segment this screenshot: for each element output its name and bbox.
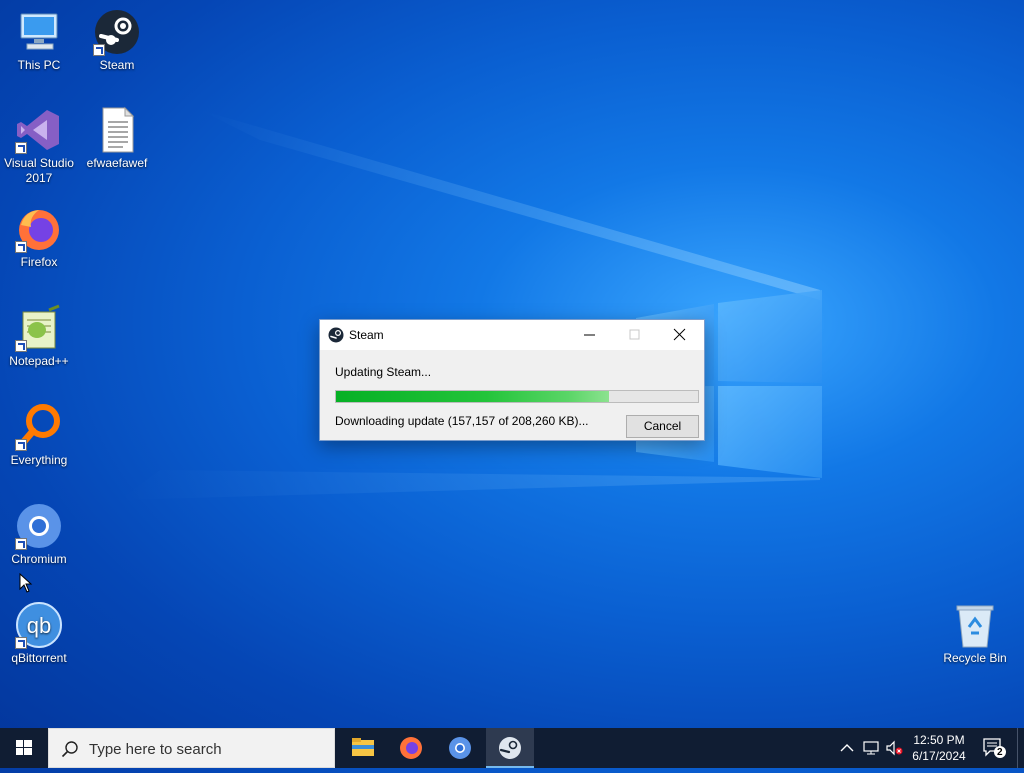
notepad-plus-plus-icon (15, 304, 63, 352)
desktop-icon-label: qBittorrent (11, 651, 67, 665)
action-center-button[interactable]: 2 (978, 736, 1010, 760)
desktop-icon-notepad-plus-plus[interactable]: Notepad++ (1, 304, 77, 369)
svg-text:qb: qb (27, 613, 51, 638)
taskbar-app-chromium[interactable] (436, 728, 484, 768)
minimize-icon (584, 334, 595, 336)
close-icon (673, 328, 686, 341)
text-file-icon (93, 106, 141, 154)
desktop-icon-label: Recycle Bin (943, 651, 1007, 665)
everything-search-icon (15, 403, 63, 451)
steam-update-dialog: Steam Updating Steam... Downloading upda… (319, 319, 705, 441)
search-icon (61, 741, 78, 758)
dialog-title: Steam (349, 328, 384, 342)
update-status-text: Updating Steam... (335, 365, 432, 379)
clock-time: 12:50 PM (913, 733, 965, 747)
desktop-icon-label: efwaefawef (86, 156, 148, 170)
desktop-icon-efwaefawef[interactable]: efwaefawef (79, 106, 155, 171)
shortcut-arrow-icon (15, 637, 27, 649)
start-button[interactable] (0, 728, 48, 768)
desktop-icon-label: Firefox (20, 255, 58, 269)
steam-icon (499, 737, 521, 759)
taskbar-app-steam[interactable] (486, 728, 534, 768)
chevron-up-icon[interactable] (837, 738, 857, 758)
notification-icon (983, 738, 1006, 758)
shortcut-arrow-icon (15, 538, 27, 550)
mouse-cursor-icon (19, 573, 33, 593)
network-icon[interactable] (861, 738, 881, 758)
desktop-icon-label: Chromium (11, 552, 67, 566)
minimize-button[interactable] (567, 320, 612, 350)
desktop-icon-label: Notepad++ (9, 354, 69, 368)
taskbar-clock[interactable]: 12:50 PM 6/17/2024 (904, 732, 974, 764)
shortcut-arrow-icon (15, 142, 27, 154)
close-button[interactable] (657, 320, 702, 350)
steam-icon (93, 8, 141, 56)
search-placeholder: Type here to search (89, 741, 222, 758)
desktop-icon-this-pc[interactable]: This PC (1, 8, 77, 73)
dialog-titlebar[interactable]: Steam (320, 320, 704, 350)
desktop-icon-label: This PC (17, 58, 61, 72)
desktop-icon-everything[interactable]: Everything (1, 403, 77, 468)
desktop-icon-chromium[interactable]: Chromium (1, 502, 77, 567)
chromium-icon (449, 737, 471, 759)
chromium-icon (15, 502, 63, 550)
desktop-icon-label: Visual Studio 2017 (4, 156, 74, 185)
computer-icon (15, 8, 63, 56)
progress-fill (336, 391, 610, 402)
firefox-icon (400, 737, 422, 759)
maximize-button (612, 320, 657, 350)
desktop-icon-label: Steam (99, 58, 135, 72)
file-explorer-icon (352, 738, 374, 756)
desktop-icon-qbittorrent[interactable]: qb qBittorrent (1, 601, 77, 666)
steam-icon (328, 327, 344, 343)
desktop-icon-visual-studio[interactable]: Visual Studio 2017 (1, 106, 77, 186)
maximize-icon (629, 329, 640, 340)
shortcut-arrow-icon (15, 241, 27, 253)
cancel-button[interactable]: Cancel (626, 415, 699, 438)
clock-date: 6/17/2024 (912, 749, 966, 763)
taskbar-search-box[interactable]: Type here to search (48, 728, 335, 768)
firefox-icon (15, 205, 63, 253)
taskbar-app-file-explorer[interactable] (339, 728, 387, 768)
visual-studio-icon (15, 106, 63, 154)
desktop-icon-steam[interactable]: Steam (79, 8, 155, 73)
show-desktop-button[interactable] (1017, 728, 1024, 768)
desktop-icon-recycle-bin[interactable]: Recycle Bin (937, 601, 1013, 666)
desktop-icon-firefox[interactable]: Firefox (1, 205, 77, 270)
taskbar: Type here to search 12:50 PM 6/17/2024 2 (0, 728, 1024, 768)
qbittorrent-icon: qb (15, 601, 63, 649)
volume-muted-icon[interactable] (884, 738, 904, 758)
shortcut-arrow-icon (15, 340, 27, 352)
windows-logo-icon (16, 740, 32, 755)
taskbar-app-firefox[interactable] (387, 728, 435, 768)
shortcut-arrow-icon (15, 439, 27, 451)
desktop-icon-label: Everything (10, 453, 68, 467)
recycle-bin-icon (951, 601, 999, 649)
notification-count-badge: 2 (997, 747, 1003, 758)
shortcut-arrow-icon (93, 44, 105, 56)
update-progress-bar (335, 390, 699, 403)
download-progress-text: Downloading update (157,157 of 208,260 K… (335, 414, 589, 428)
